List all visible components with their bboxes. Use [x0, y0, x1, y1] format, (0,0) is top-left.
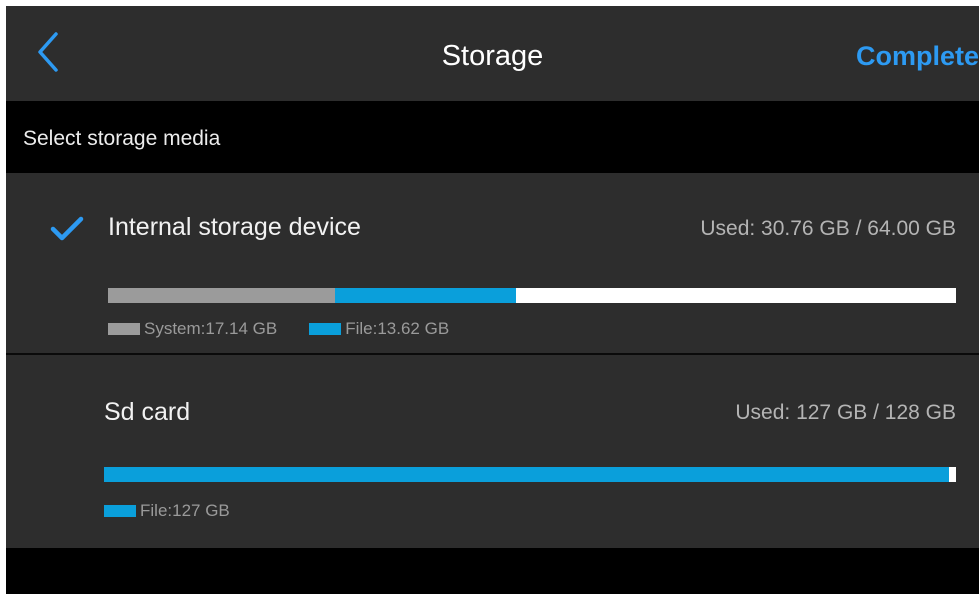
- chevron-left-icon: [38, 32, 58, 72]
- screen: Storage Complete Select storage media In…: [0, 0, 979, 594]
- legend-label: System:17.14 GB: [144, 319, 278, 338]
- usage-legend: System:17.14 GB File:13.62 GB: [108, 319, 449, 339]
- used-capacity: Used: 30.76 GB / 64.00 GB: [700, 217, 956, 240]
- bottom-area: [6, 548, 979, 594]
- legend-swatch: [108, 323, 140, 335]
- usage-bar: [108, 288, 956, 303]
- page-title: Storage: [441, 40, 544, 72]
- storage-option-internal[interactable]: Internal storage device Used: 30.76 GB /…: [6, 173, 979, 353]
- checkmark-icon: [50, 216, 84, 241]
- back-button[interactable]: [30, 30, 70, 74]
- usage-legend: File:127 GB: [104, 501, 230, 521]
- storage-screen: Storage Complete Select storage media In…: [6, 6, 979, 594]
- legend-swatch: [309, 323, 342, 335]
- legend-swatch: [104, 505, 136, 517]
- legend-item: System:17.14 GB: [108, 319, 277, 339]
- device-name: Internal storage device: [108, 213, 361, 241]
- usage-segment: [104, 467, 950, 482]
- usage-segment: [335, 288, 516, 303]
- legend-item: File:13.62 GB: [309, 319, 449, 339]
- usage-bar: [104, 467, 956, 482]
- legend-item: File:127 GB: [104, 501, 230, 521]
- legend-label: File:13.62 GB: [345, 319, 450, 338]
- device-name: Sd card: [104, 398, 191, 426]
- complete-button[interactable]: Complete: [856, 6, 979, 101]
- used-capacity: Used: 127 GB / 128 GB: [735, 401, 956, 424]
- storage-option-sd[interactable]: Sd card Used: 127 GB / 128 GB File:127 G…: [6, 355, 979, 548]
- usage-segment: [108, 288, 336, 303]
- legend-label: File:127 GB: [140, 501, 230, 520]
- section-label: Select storage media: [6, 101, 979, 173]
- top-bar: Storage Complete: [6, 6, 979, 101]
